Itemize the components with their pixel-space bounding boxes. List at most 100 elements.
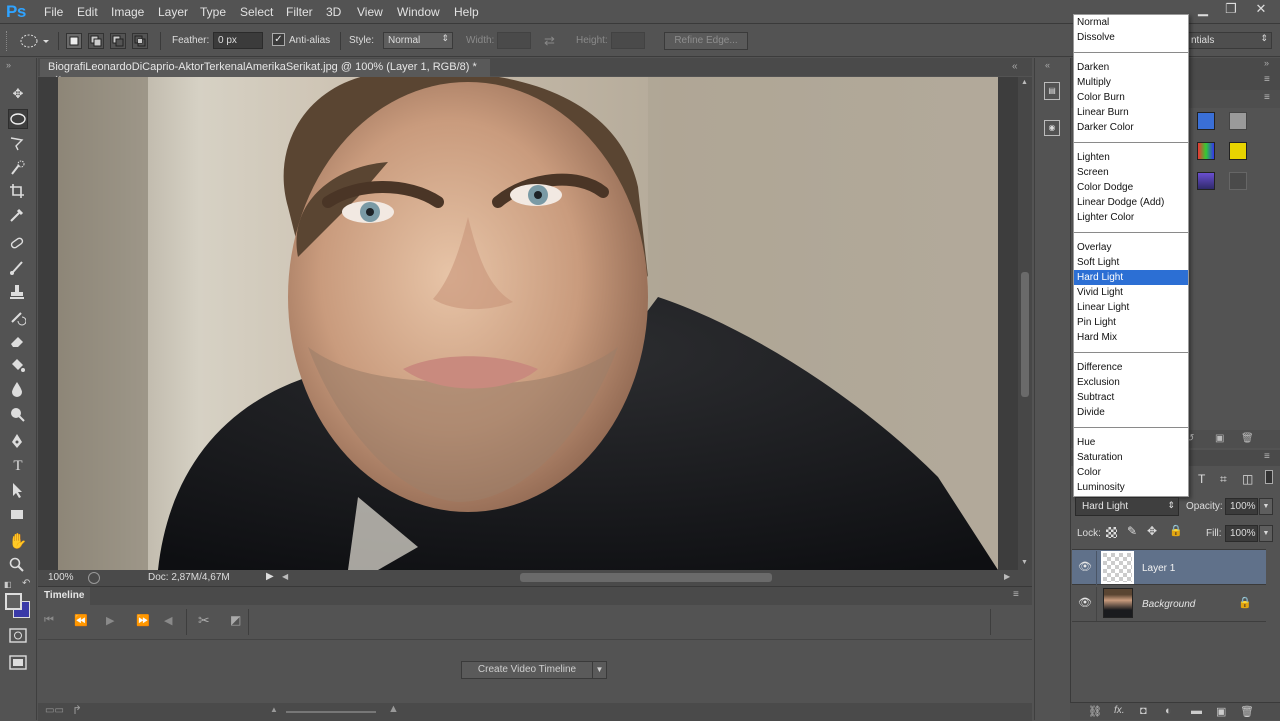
vertical-scroll-thumb[interactable] [1021,272,1029,397]
blend-mode-option[interactable]: Color [1074,465,1188,480]
blend-mode-option[interactable]: Saturation [1074,450,1188,465]
collapse-arrows-icon[interactable]: » [6,60,11,70]
scroll-down-icon[interactable]: ▼ [1021,559,1028,566]
timeline-dropdown-icon[interactable]: ▼ [592,661,607,679]
feather-input[interactable]: 0 px [213,32,263,49]
blend-mode-option[interactable]: Hard Mix [1074,330,1188,345]
history-brush-tool-icon[interactable] [8,308,28,328]
blend-mode-option[interactable]: Lighter Color [1074,210,1188,225]
menu-view[interactable]: View [357,5,383,19]
dodge-tool-icon[interactable] [8,405,28,425]
layer-row-layer-1[interactable]: 👁 Layer 1 [1072,549,1266,585]
blend-mode-option[interactable]: Difference [1074,360,1188,375]
brush-tool-icon[interactable] [8,258,28,278]
history-panel-icon[interactable]: ▤ [1044,82,1060,100]
eyedropper-tool-icon[interactable] [8,206,28,226]
crop-tool-icon[interactable] [8,182,28,202]
lock-transparent-icon[interactable] [1106,527,1117,538]
menu-layer[interactable]: Layer [158,5,188,19]
path-selection-tool-icon[interactable] [8,481,28,501]
fill-input[interactable]: 100% [1225,525,1258,542]
fill-dropdown-icon[interactable]: ▼ [1259,525,1273,542]
zoom-in-mountain-icon[interactable]: ▲ [388,703,399,715]
quick-selection-tool-icon[interactable] [8,159,28,179]
rectangle-tool-icon[interactable] [8,505,28,525]
menu-filter[interactable]: Filter [286,5,313,19]
zoom-tool-icon[interactable] [8,556,28,576]
blend-mode-option[interactable]: Dissolve [1074,30,1188,45]
subtract-selection-icon[interactable] [110,33,126,49]
default-colors-icon[interactable]: ◧ [4,580,12,589]
adjustment-channel-mixer-icon[interactable] [1197,142,1215,160]
adjustment-selective-color-icon[interactable] [1229,172,1247,190]
new-layer-icon[interactable]: ▣ [1216,705,1226,718]
blend-mode-option[interactable]: Linear Light [1074,300,1188,315]
filter-shape-icon[interactable]: ⌗ [1220,472,1227,487]
layer-name[interactable]: Background [1142,599,1195,610]
blend-mode-option[interactable]: Overlay [1074,240,1188,255]
layer-style-fx-icon[interactable]: fx. [1114,705,1125,716]
filter-toggle[interactable] [1265,470,1273,484]
add-selection-icon[interactable] [88,33,104,49]
elliptical-marquee-preset-icon[interactable] [18,32,50,50]
blend-mode-option[interactable]: Pin Light [1074,315,1188,330]
blend-mode-option[interactable]: Darker Color [1074,120,1188,135]
blend-mode-option[interactable]: Normal [1074,15,1188,30]
vertical-scrollbar[interactable]: ▲ ▼ [1018,77,1032,570]
panel-menu-icon[interactable]: ≡ [1264,74,1270,85]
scroll-left-icon[interactable]: ◀ [282,572,288,581]
previous-frame-icon[interactable]: ⏪ [74,614,88,627]
add-mask-icon[interactable]: ◘ [1140,705,1147,717]
zoom-level[interactable]: 100% [48,572,74,583]
minimize-button[interactable]: ▁ [1188,0,1218,20]
blend-mode-option[interactable]: Darken [1074,60,1188,75]
lock-position-icon[interactable]: ✥ [1147,524,1157,538]
blend-mode-option[interactable]: Color Dodge [1074,180,1188,195]
new-icon[interactable]: ▣ [1215,433,1224,444]
lock-image-brush-icon[interactable]: ✎ [1127,524,1137,538]
panel-menu-icon[interactable]: ≡ [1264,451,1270,462]
visibility-eye-icon[interactable]: 👁 [1078,596,1092,609]
eraser-tool-icon[interactable] [8,332,28,352]
foreground-color-swatch[interactable] [5,593,22,610]
blend-mode-option[interactable]: Hue [1074,435,1188,450]
horizontal-scroll-thumb[interactable] [520,573,772,582]
blend-mode-option[interactable]: Color Burn [1074,90,1188,105]
new-selection-icon[interactable] [66,33,82,49]
collapse-arrows-icon[interactable]: » [1264,58,1269,68]
hand-tool-icon[interactable]: ✋ [8,532,28,552]
blend-mode-option[interactable]: Lighten [1074,150,1188,165]
refine-edge-button[interactable]: Refine Edge... [664,32,748,50]
blend-mode-option[interactable]: Soft Light [1074,255,1188,270]
trash-icon[interactable]: 🗑 [1241,433,1254,444]
collapse-arrows-icon[interactable]: « [1012,61,1018,72]
visibility-eye-icon[interactable]: 👁 [1078,560,1092,573]
opacity-input[interactable]: 100% [1225,498,1258,515]
elliptical-marquee-tool-icon[interactable] [8,109,28,129]
timeline-tab[interactable]: Timeline [38,587,90,605]
layer-row-background[interactable]: 👁 Background 🔒 [1072,586,1266,622]
move-tool-icon[interactable]: ✥ [8,84,28,104]
menu-file[interactable]: File [44,5,63,19]
convert-icon[interactable]: ↱ [72,703,82,717]
menu-3d[interactable]: 3D [326,5,341,19]
layer-name[interactable]: Layer 1 [1142,563,1175,574]
blend-mode-dropdown[interactable]: Normal Dissolve Darken Multiply Color Burn Li… [1073,14,1189,497]
delete-layer-icon[interactable]: 🗑 [1240,705,1254,718]
intersect-selection-icon[interactable] [132,33,148,49]
screen-mode-icon[interactable] [9,655,27,671]
timeline-zoom-slider[interactable] [286,711,376,713]
menu-help[interactable]: Help [454,5,479,19]
blend-mode-option[interactable]: Screen [1074,165,1188,180]
split-scissors-icon[interactable]: ✂ [198,612,210,629]
audio-icon[interactable]: ◀ [164,614,172,627]
menu-image[interactable]: Image [111,5,144,19]
status-menu-arrow-icon[interactable]: ▶ [266,571,274,582]
transition-icon[interactable]: ◩ [230,613,241,627]
lock-all-icon[interactable]: 🔒 [1169,524,1183,537]
scroll-up-icon[interactable]: ▲ [1021,79,1028,86]
adjustment-threshold-icon[interactable] [1229,142,1247,160]
blend-mode-select[interactable]: Hard Light ⇕ [1075,497,1179,516]
adjustment-exposure-icon[interactable] [1229,112,1247,130]
style-select[interactable]: Normal ⇕ [383,32,453,49]
